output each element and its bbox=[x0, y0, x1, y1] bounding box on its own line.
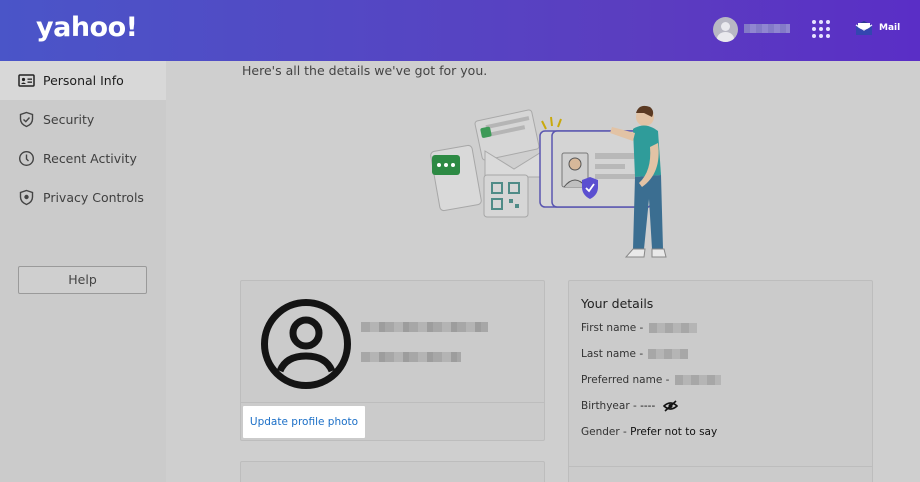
detail-preferred-name[interactable]: Preferred name - bbox=[581, 374, 721, 386]
first-name-redacted bbox=[648, 323, 697, 333]
shield-check-icon bbox=[19, 111, 34, 128]
card-divider bbox=[569, 466, 872, 467]
user-avatar-icon[interactable] bbox=[713, 17, 738, 42]
detail-last-name[interactable]: Last name - bbox=[581, 348, 689, 360]
detail-gender[interactable]: Gender - Prefer not to say bbox=[581, 426, 717, 438]
clock-icon bbox=[18, 150, 35, 167]
sidebar-item-privacy-controls[interactable]: Privacy Controls bbox=[0, 178, 166, 217]
sidebar-item-label: Security bbox=[43, 112, 95, 127]
update-profile-photo-link[interactable]: Update profile photo bbox=[243, 406, 365, 438]
your-details-card: Your details First name - Last name - Pr… bbox=[568, 280, 873, 482]
sidebar-item-personal-info[interactable]: Personal Info bbox=[0, 61, 166, 100]
email-redacted bbox=[361, 352, 461, 362]
sidebar-item-recent-activity[interactable]: Recent Activity bbox=[0, 139, 166, 178]
detail-birthyear[interactable]: Birthyear - ---- bbox=[581, 400, 678, 412]
sidebar: Personal Info Security Recent Activity P… bbox=[0, 61, 166, 482]
last-name-redacted bbox=[648, 349, 689, 359]
privacy-shield-icon bbox=[19, 189, 34, 206]
sidebar-item-label: Recent Activity bbox=[43, 151, 137, 166]
sidebar-item-label: Personal Info bbox=[43, 73, 124, 88]
default-profile-photo-icon bbox=[261, 299, 351, 389]
details-title: Your details bbox=[581, 296, 654, 311]
sidebar-item-label: Privacy Controls bbox=[43, 190, 144, 205]
preferred-name-redacted bbox=[674, 375, 721, 385]
card-divider bbox=[241, 402, 544, 403]
detail-first-name[interactable]: First name - bbox=[581, 322, 697, 334]
id-card-icon bbox=[18, 74, 35, 87]
apps-grid-icon[interactable] bbox=[812, 20, 830, 38]
yahoo-logo[interactable]: yahoo! bbox=[36, 12, 138, 43]
name-redacted bbox=[361, 322, 488, 332]
mail-envelope-icon[interactable] bbox=[855, 20, 873, 38]
personal-info-illustration bbox=[430, 105, 667, 258]
account-name-redacted[interactable] bbox=[744, 24, 790, 33]
eye-slash-icon[interactable] bbox=[662, 400, 678, 412]
page-intro-text: Here's all the details we've got for you… bbox=[242, 63, 488, 78]
mail-link-label[interactable]: Mail bbox=[879, 23, 900, 33]
help-button[interactable]: Help bbox=[18, 266, 147, 294]
sidebar-item-security[interactable]: Security bbox=[0, 100, 166, 139]
top-header: yahoo! Mail bbox=[0, 0, 920, 61]
next-card bbox=[240, 461, 545, 482]
